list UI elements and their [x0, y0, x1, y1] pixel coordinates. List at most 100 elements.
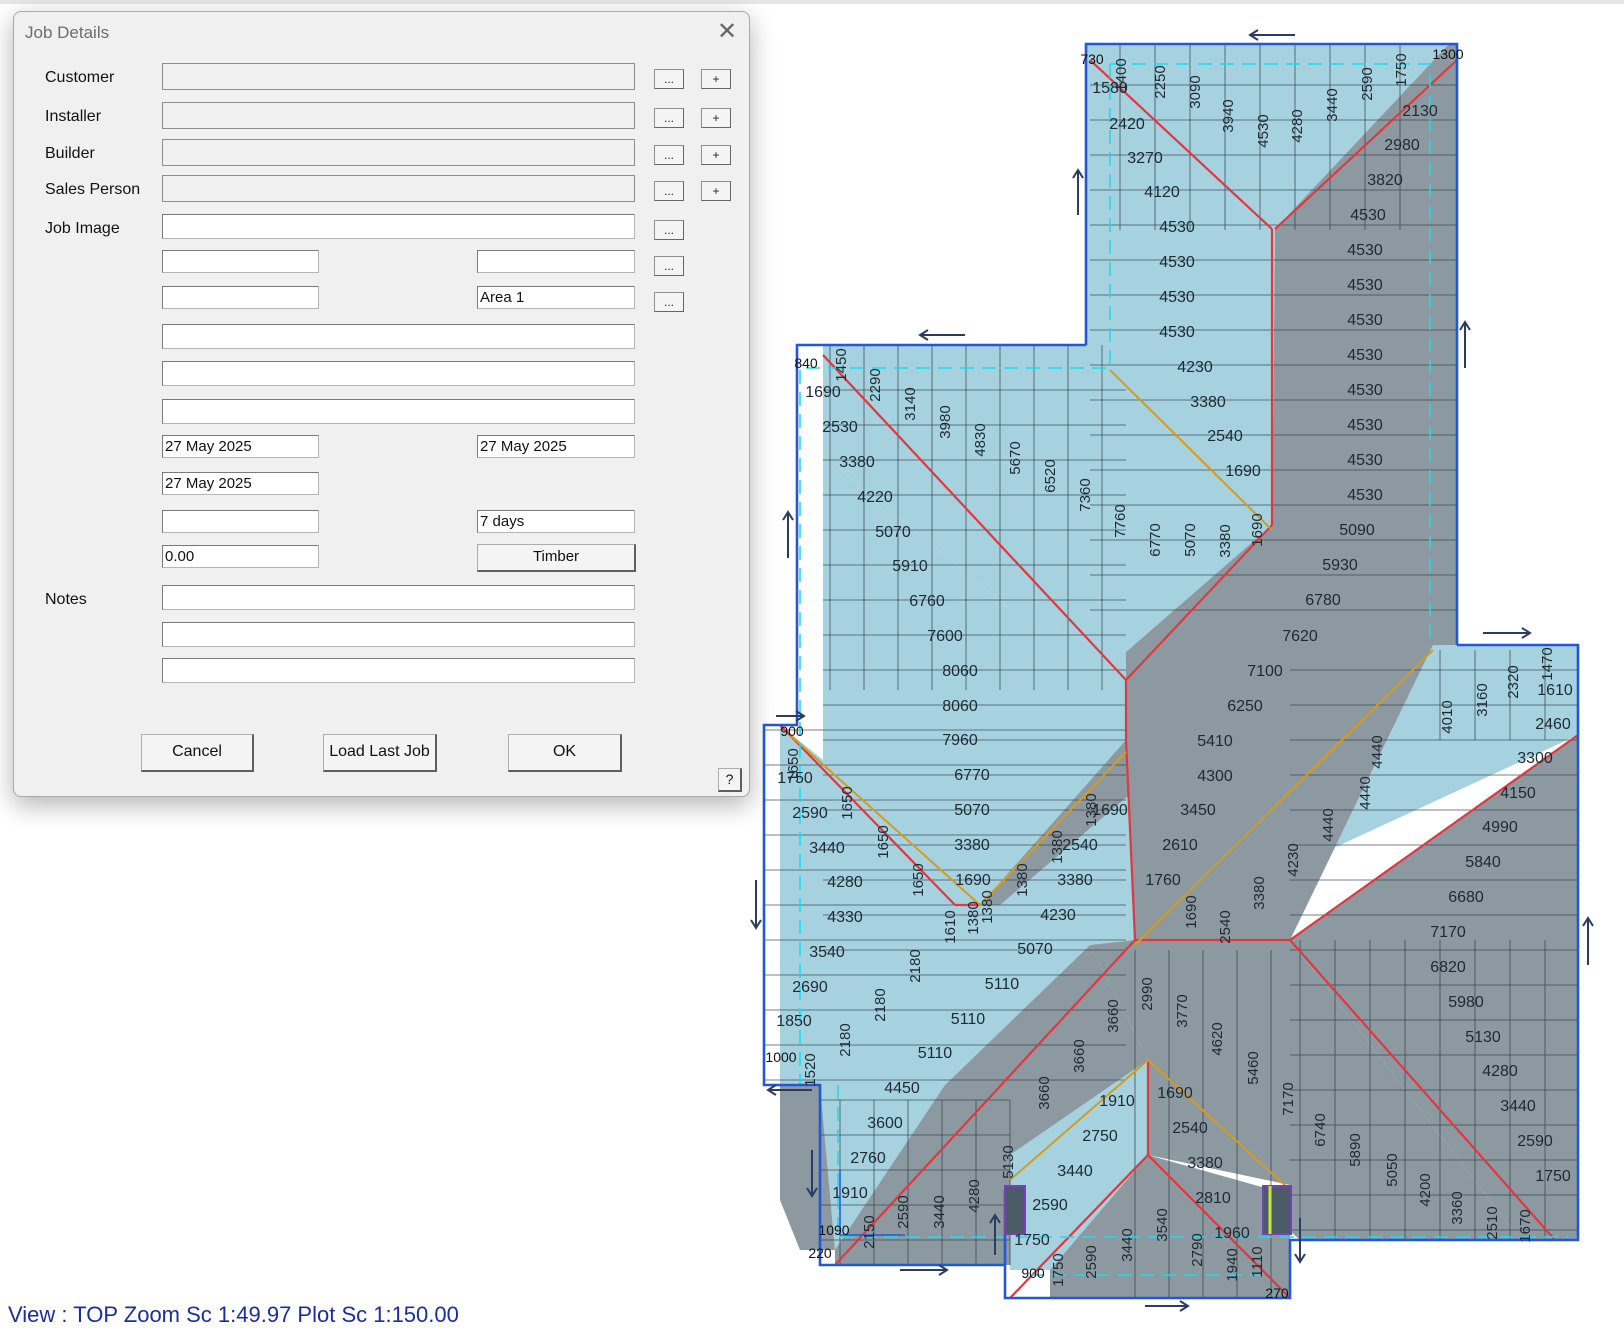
amount-field[interactable]: 0.00 — [162, 545, 319, 568]
dimension-label: 1470 — [1539, 647, 1556, 680]
dimension-label: 2590 — [1032, 1197, 1068, 1214]
dimension-label: 1450 — [833, 348, 850, 381]
dimension-label: 3540 — [809, 944, 845, 961]
detail-field-wide-1[interactable] — [162, 324, 635, 349]
dimension-label: 3660 — [1071, 1039, 1088, 1072]
dimension-label: 1610 — [1537, 682, 1573, 699]
notes-field-1[interactable] — [162, 585, 635, 610]
duration-field[interactable]: 7 days — [477, 510, 635, 533]
dimension-label: 3380 — [1057, 872, 1093, 889]
dimension-label: 1690 — [1157, 1085, 1193, 1102]
job-image-browse-button[interactable]: ... — [654, 220, 684, 240]
timber-button[interactable]: Timber — [477, 544, 636, 572]
dimension-label: 3980 — [937, 405, 954, 438]
dimension-label: 5890 — [1347, 1133, 1364, 1166]
dimension-label: 2790 — [1189, 1233, 1206, 1266]
detail-field-wide-2[interactable] — [162, 361, 635, 386]
date-field-3[interactable]: 27 May 2025 — [162, 472, 319, 495]
date-field-1[interactable]: 27 May 2025 — [162, 435, 319, 458]
dimension-label: 5930 — [1322, 557, 1358, 574]
dimension-label: 6820 — [1430, 959, 1466, 976]
dimension-label: 3360 — [1449, 1191, 1466, 1224]
dimension-label: 5070 — [1017, 941, 1053, 958]
customer-add-button[interactable]: + — [701, 69, 731, 89]
customer-field[interactable] — [162, 63, 635, 90]
detail-field-left-1[interactable] — [162, 250, 319, 273]
dimension-label: 2180 — [907, 949, 924, 982]
dimension-label: 4440 — [1357, 776, 1374, 809]
dimension-label: 1380 — [1049, 830, 1066, 863]
dimension-label: 4330 — [827, 909, 863, 926]
load-last-job-button[interactable]: Load Last Job — [323, 734, 437, 772]
dimension-label: 3380 — [1251, 876, 1268, 909]
dimension-label: 6680 — [1448, 889, 1484, 906]
dimension-label: 3440 — [809, 840, 845, 857]
dimension-label: 5070 — [875, 524, 911, 541]
dimension-label: 2130 — [1402, 103, 1438, 120]
notes-field-2[interactable] — [162, 622, 635, 647]
job-image-field[interactable] — [162, 214, 635, 239]
customer-browse-button[interactable]: ... — [654, 69, 684, 89]
job-details-dialog: Job Details ✕ Customer ... + Installer .… — [13, 11, 750, 797]
dimension-label: 3380 — [1190, 394, 1226, 411]
dimension-label: 4830 — [972, 423, 989, 456]
dimension-label: 4530 — [1347, 347, 1383, 364]
dimension-label: 1400 — [1113, 58, 1130, 91]
sales-person-field[interactable] — [162, 175, 635, 202]
sales-person-add-button[interactable]: + — [701, 181, 731, 201]
dimension-label: 4230 — [1177, 359, 1213, 376]
ok-button[interactable]: OK — [508, 734, 622, 772]
dimension-label: 3440 — [1119, 1228, 1136, 1261]
installer-field[interactable] — [162, 102, 635, 129]
cancel-button[interactable]: Cancel — [141, 734, 254, 772]
dimension-label: 1650 — [839, 786, 856, 819]
installer-add-button[interactable]: + — [701, 108, 731, 128]
dimension-label: 3160 — [1474, 683, 1491, 716]
notes-field-3[interactable] — [162, 658, 635, 683]
dimension-label: 3140 — [902, 387, 919, 420]
dimension-label: 4440 — [1369, 735, 1386, 768]
detail-field-left-3[interactable] — [162, 510, 319, 533]
detail-field-wide-3[interactable] — [162, 399, 635, 424]
area-field[interactable]: Area 1 — [477, 286, 635, 309]
area-browse-button[interactable]: ... — [654, 292, 684, 312]
detail-field-left-2[interactable] — [162, 286, 319, 309]
dimension-label: 3450 — [1180, 802, 1216, 819]
dimension-label: 4450 — [884, 1080, 920, 1097]
dimension-label: 7170 — [1280, 1082, 1297, 1115]
dimension-label: 4530 — [1347, 312, 1383, 329]
dimension-label: 3380 — [839, 454, 875, 471]
dimension-label: 1110 — [1249, 1246, 1266, 1277]
dimension-label: 4440 — [1320, 808, 1337, 841]
dimension-label: 2530 — [822, 419, 858, 436]
dimension-label: 2320 — [1505, 665, 1522, 698]
close-icon[interactable]: ✕ — [714, 20, 740, 46]
installer-browse-button[interactable]: ... — [654, 108, 684, 128]
edge-label: 900 — [1021, 1265, 1045, 1281]
builder-field[interactable] — [162, 139, 635, 166]
builder-browse-button[interactable]: ... — [654, 145, 684, 165]
dimension-label: 5050 — [1384, 1153, 1401, 1186]
dimension-label: 1940 — [1224, 1248, 1241, 1281]
help-button[interactable]: ? — [718, 768, 742, 792]
dimension-label: 2990 — [1139, 977, 1156, 1010]
dimension-label: 3380 — [954, 837, 990, 854]
dimension-label: 2180 — [872, 988, 889, 1021]
detail-field-right-1[interactable] — [477, 250, 635, 273]
dimension-label: 1380 — [965, 901, 982, 934]
dimension-label: 2590 — [1517, 1133, 1553, 1150]
builder-add-button[interactable]: + — [701, 145, 731, 165]
dimension-label: 1850 — [776, 1013, 812, 1030]
dimension-label: 5110 — [951, 1011, 986, 1028]
dimension-label: 2510 — [1484, 1206, 1501, 1239]
detail-browse-button-1[interactable]: ... — [654, 256, 684, 276]
dimension-label: 3090 — [1187, 75, 1204, 108]
dimension-label: 4530 — [1159, 289, 1195, 306]
dimension-label: 5090 — [1339, 522, 1375, 539]
date-field-2[interactable]: 27 May 2025 — [477, 435, 635, 458]
dimension-label: 7620 — [1282, 628, 1318, 645]
dimension-label: 5130 — [1465, 1029, 1501, 1046]
dimension-label: 2540 — [1217, 910, 1234, 943]
dimension-label: 6740 — [1312, 1113, 1329, 1146]
sales-person-browse-button[interactable]: ... — [654, 181, 684, 201]
